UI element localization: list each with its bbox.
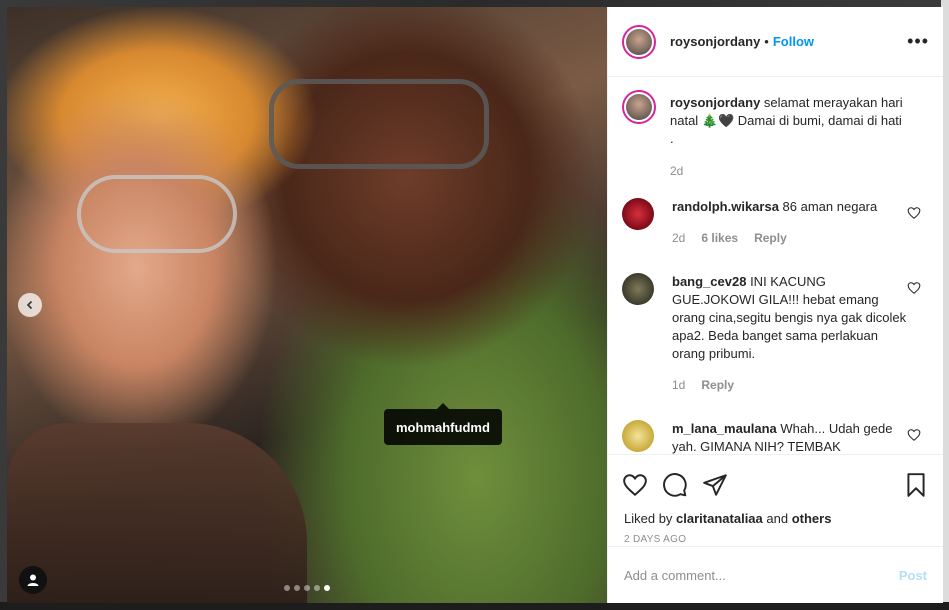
heart-icon[interactable] [907, 206, 921, 220]
carousel-dot [294, 585, 300, 591]
heart-icon[interactable] [622, 472, 648, 498]
comment-likes[interactable]: 6 likes [701, 229, 738, 247]
post-header: roysonjordany • Follow ••• [608, 7, 943, 77]
comment-username[interactable]: m_lana_maulana [672, 421, 777, 436]
photo-glasses-left [77, 175, 237, 253]
header-username[interactable]: roysonjordany [670, 34, 760, 49]
liked-user[interactable]: claritanataliaa [676, 511, 763, 526]
list-item: m_lana_maulana Whah... Udah gede yah. GI… [622, 420, 929, 454]
post-photo: mohmahfudmd [7, 7, 607, 603]
heart-icon[interactable] [907, 281, 921, 295]
caption-time[interactable]: 2d [670, 162, 683, 180]
comment-text: 86 aman negara [782, 199, 878, 214]
carousel-dot [314, 585, 320, 591]
header-separator: • [764, 34, 769, 49]
carousel-dot-active [324, 585, 330, 591]
bookmark-icon[interactable] [903, 472, 929, 498]
more-icon[interactable]: ••• [907, 31, 929, 52]
avatar[interactable] [622, 24, 656, 59]
page-bottom-strip [0, 602, 949, 610]
comment-input[interactable] [624, 567, 899, 583]
follow-button[interactable]: Follow [773, 34, 814, 49]
carousel-prev-button[interactable] [18, 293, 42, 317]
photo-glasses-right [269, 79, 489, 169]
comment-username[interactable]: bang_cev28 [672, 274, 746, 289]
caption-meta: 2d [670, 162, 906, 180]
caption-avatar[interactable] [622, 90, 656, 124]
liked-others[interactable]: others [792, 511, 832, 526]
add-comment-bar: Post [608, 546, 943, 603]
user-tags-button[interactable] [19, 566, 47, 594]
photo-user-tag[interactable]: mohmahfudmd [384, 403, 502, 445]
carousel-dot [304, 585, 310, 591]
action-bar [608, 455, 943, 503]
photo-shirt-shape [7, 423, 307, 603]
user-tag-icon [27, 574, 39, 586]
heart-icon[interactable] [907, 428, 921, 442]
liked-by: Liked by claritanataliaa and others [608, 503, 943, 526]
liked-and: and [766, 511, 789, 526]
share-icon[interactable] [702, 472, 728, 498]
chevron-left-icon [26, 300, 33, 310]
comment-time[interactable]: 1d [672, 376, 685, 394]
comment-username[interactable]: randolph.wikarsa [672, 199, 779, 214]
caption: roysonjordany selamat merayakan hari nat… [622, 90, 929, 180]
list-item: randolph.wikarsa 86 aman negara 2d 6 lik… [622, 198, 929, 247]
reply-button[interactable]: Reply [701, 376, 734, 394]
commenter-avatar[interactable] [622, 198, 654, 230]
post-modal: mohmahfudmd roysonjordany • Follow ••• r… [7, 7, 943, 603]
comment-time[interactable]: 2d [672, 229, 685, 247]
post-button[interactable]: Post [899, 568, 927, 583]
reply-button[interactable]: Reply [754, 229, 787, 247]
post-actions: Liked by claritanataliaa and others 2 DA… [608, 454, 943, 546]
commenter-avatar[interactable] [622, 273, 654, 305]
comment-meta: 1d Reply [672, 376, 908, 394]
carousel-dot [284, 585, 290, 591]
commenter-avatar[interactable] [622, 420, 654, 452]
comments-list[interactable]: roysonjordany selamat merayakan hari nat… [608, 78, 943, 454]
comment-icon[interactable] [662, 472, 688, 498]
list-item: bang_cev28 INI KACUNG GUE.JOKOWI GILA!!!… [622, 273, 929, 394]
post-sidebar: roysonjordany • Follow ••• roysonjordany… [607, 7, 943, 603]
caption-username[interactable]: roysonjordany [670, 95, 760, 110]
comment-meta: 2d 6 likes Reply [672, 229, 908, 247]
carousel-dots [284, 585, 330, 591]
liked-prefix: Liked by [624, 511, 673, 526]
post-date[interactable]: 2 DAYS AGO [608, 526, 943, 545]
